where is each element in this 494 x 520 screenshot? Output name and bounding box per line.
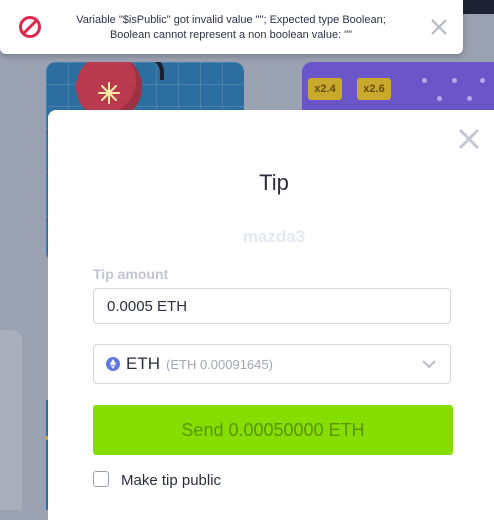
error-toast: Variable "$isPublic" got invalid value "… xyxy=(0,0,463,54)
plinko-peg xyxy=(480,78,485,83)
tip-modal: Tip mazda3 Tip amount ETH (ETH 0.0009164… xyxy=(48,110,494,520)
background-panel xyxy=(0,330,22,510)
currency-select[interactable]: ETH (ETH 0.00091645) xyxy=(93,344,451,384)
make-public-checkbox[interactable] xyxy=(93,471,109,487)
make-public-label[interactable]: Make tip public xyxy=(121,472,221,489)
ethereum-icon xyxy=(106,357,120,371)
chevron-down-icon xyxy=(422,360,436,369)
recipient-username: mazda3 xyxy=(242,227,306,246)
close-icon[interactable] xyxy=(429,17,449,37)
bomb-fuse xyxy=(128,62,164,80)
plinko-peg xyxy=(452,78,457,83)
prohibited-icon xyxy=(19,16,41,38)
tip-amount-input[interactable] xyxy=(93,288,451,324)
toast-message: Variable "$isPublic" got invalid value "… xyxy=(76,14,386,41)
modal-title: Tip xyxy=(259,170,289,195)
spark-icon xyxy=(98,82,120,104)
multiplier-badge: x2.6 xyxy=(357,78,391,100)
send-tip-button[interactable]: Send 0.00050000 ETH xyxy=(93,405,453,455)
close-icon[interactable] xyxy=(457,127,481,151)
tip-amount-label: Tip amount xyxy=(93,266,169,282)
currency-code: ETH xyxy=(126,354,160,373)
multiplier-badge: x2.4 xyxy=(308,78,342,100)
currency-balance: (ETH 0.00091645) xyxy=(166,357,273,372)
plinko-peg xyxy=(467,96,472,101)
plinko-peg xyxy=(422,78,427,83)
plinko-peg xyxy=(437,96,442,101)
